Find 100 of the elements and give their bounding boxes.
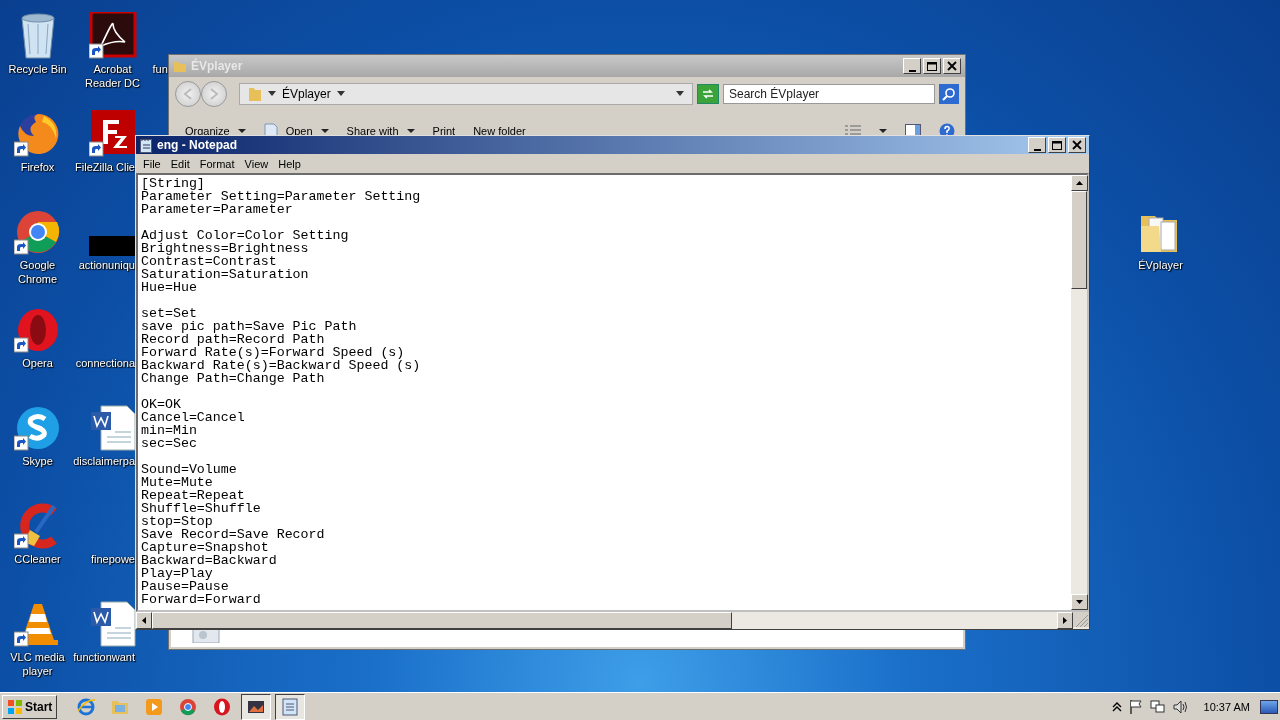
icon-label[interactable]: Skype (22, 454, 53, 468)
play-icon (144, 696, 165, 717)
show-desktop-button[interactable] (1260, 699, 1278, 714)
minimize-icon (907, 69, 917, 73)
folder-icon (173, 59, 187, 73)
toolbar-button[interactable]: Organize (185, 125, 246, 137)
icon-label[interactable]: disclaimerpa (73, 454, 135, 468)
text-line: Mute=Mute (141, 476, 214, 489)
windows-logo-icon (7, 698, 23, 715)
text-line: Record path=Record Path (141, 333, 326, 346)
menu-item[interactable]: Format (194, 157, 240, 170)
text-line: Adjust Color=Color Setting (141, 229, 350, 242)
icon-label[interactable]: Recycle Bin (8, 62, 67, 76)
text-line: Change Path=Change Path (141, 372, 325, 385)
notepad-icon (280, 696, 301, 717)
text-line: set=Set (141, 307, 198, 320)
chrome-icon (178, 696, 199, 717)
icon-label[interactable]: connectiona (75, 356, 135, 370)
text-line: Contrast=Contrast (141, 255, 277, 268)
icon-label[interactable]: Google Chrome (2, 258, 73, 286)
icon-label[interactable]: functionwant (73, 650, 135, 664)
minimize-icon (1032, 148, 1042, 152)
maximize-button[interactable] (923, 58, 941, 74)
address-bar[interactable]: ÉVplayer (239, 83, 693, 105)
text-line: Play=Play (141, 567, 214, 580)
menu-item[interactable]: File (138, 157, 166, 170)
caret-icon (268, 91, 276, 97)
folder-icon (248, 86, 262, 102)
text-line: save pic path=Save Pic Path (141, 320, 358, 333)
icon-label[interactable]: Opera (22, 356, 53, 370)
close-button[interactable] (1068, 137, 1086, 153)
flag-icon (1127, 698, 1144, 715)
text-line: Forward=Forward (141, 593, 262, 606)
maximize-icon (1049, 138, 1065, 152)
toolbar-button[interactable]: Print (432, 125, 456, 137)
clock-time[interactable]: 10:37 AM (1203, 700, 1250, 713)
menu-item[interactable]: Help (273, 157, 306, 170)
text-line: sec=Sec (141, 437, 198, 450)
text-line: Capture=Snapshot (141, 541, 269, 554)
text-line: Saturation=Saturation (141, 268, 310, 281)
text-line: min=Min (141, 424, 198, 437)
text-line: [String] (141, 177, 206, 190)
text-line: stop=Stop (141, 515, 213, 528)
speaker-icon (1171, 698, 1188, 715)
text-line: OK=OK (141, 398, 182, 411)
search-button[interactable] (939, 84, 959, 104)
window-title: ÉVplayer (191, 59, 244, 73)
window-title: eng - Notepad (157, 138, 238, 152)
taskbar-button[interactable] (241, 693, 272, 720)
refresh-icon (700, 87, 716, 101)
refresh-button[interactable] (697, 84, 719, 104)
opera-icon (212, 696, 233, 717)
search-field[interactable]: Search ÉVplayer (723, 84, 935, 104)
show-hidden-icons-icon (1111, 700, 1122, 713)
icon-label[interactable]: fun (152, 62, 168, 76)
toolbar-button[interactable]: New folder (473, 125, 526, 137)
icon-label[interactable]: Firefox (20, 160, 55, 174)
horizontal-scrollbar[interactable] (136, 612, 1089, 629)
maximize-button[interactable] (1048, 137, 1066, 153)
text-line: Cancel=Cancel (141, 411, 246, 424)
caret-icon (336, 91, 345, 97)
scroll-thumb[interactable] (152, 612, 732, 629)
redaction-bar-icon (88, 236, 137, 256)
notepad-icon (139, 137, 153, 153)
text-line: Parameter=Parameter (141, 203, 293, 216)
vertical-scrollbar[interactable] (1071, 175, 1087, 610)
text-line: Sound=Volume (141, 463, 238, 476)
scroll-thumb[interactable] (1071, 191, 1087, 289)
minimize-button[interactable] (1028, 137, 1046, 153)
menu-item[interactable]: Edit (165, 157, 195, 170)
close-button[interactable] (943, 58, 961, 74)
dropdown-icon (676, 91, 684, 97)
text-line: Hue=Hue (141, 281, 198, 294)
icon-label[interactable]: ÉVplayer (1138, 258, 1183, 272)
close-icon (944, 59, 960, 73)
text-line: Parameter Setting=Parameter Setting (141, 190, 422, 203)
text-line: Shuffle=Shuffle (141, 502, 262, 515)
toolbar-button[interactable]: Share with (346, 125, 415, 137)
text-line: Backward=Backward (141, 554, 278, 567)
taskbar-button[interactable] (275, 693, 306, 720)
icon-label[interactable]: VLC media player (2, 650, 73, 678)
address-text: ÉVplayer (282, 87, 331, 101)
text-line: Forward Rate(s)=Forward Speed (s) (141, 346, 405, 359)
menu-item[interactable]: View (239, 157, 274, 170)
icon-label[interactable]: finepowe (90, 552, 135, 566)
text-line: Brightness=Brightness (141, 242, 309, 255)
list-view-icon (845, 125, 861, 137)
text-line: Repeat=Repeat (141, 489, 245, 502)
icon-label[interactable]: actionuniqu (78, 258, 135, 272)
maximize-icon (924, 59, 940, 73)
network-icon (1149, 698, 1166, 715)
minimize-button[interactable] (903, 58, 921, 74)
close-icon (1069, 138, 1085, 152)
search-icon (942, 87, 956, 101)
text-line: Pause=Pause (141, 580, 230, 593)
text-line: Backward Rate(s)=Backward Speed (s) (141, 359, 422, 372)
icon-label[interactable]: CCleaner (14, 552, 61, 566)
icon-label[interactable]: FileZilla Clie (75, 160, 135, 174)
start-button[interactable]: Start (2, 694, 58, 719)
icon-label[interactable]: Acrobat Reader DC (77, 62, 148, 90)
